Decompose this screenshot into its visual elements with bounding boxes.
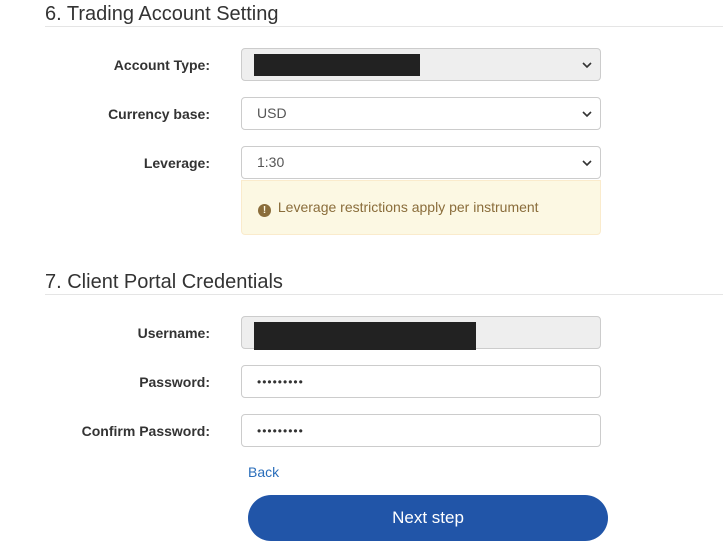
currency-base-label: Currency base: <box>108 106 210 122</box>
username-label: Username: <box>137 325 210 341</box>
leverage-warning-text: Leverage restrictions apply per instrume… <box>277 199 539 215</box>
confirm-password-label: Confirm Password: <box>81 423 210 439</box>
redacted-account-type <box>254 54 420 76</box>
back-link[interactable]: Back <box>248 464 279 480</box>
section-divider <box>45 294 723 295</box>
exclamation-circle-icon: ! <box>258 204 271 217</box>
password-label: Password: <box>139 374 210 390</box>
leverage-label: Leverage: <box>143 155 210 171</box>
password-value: ••••••••• <box>257 375 304 389</box>
next-step-button[interactable]: Next step <box>248 495 608 541</box>
credentials-section-title: 7. Client Portal Credentials <box>45 271 283 293</box>
leverage-value: 1:30 <box>257 154 285 170</box>
trading-section-title: 6. Trading Account Setting <box>45 3 279 25</box>
currency-base-value: USD <box>257 105 287 121</box>
confirm-password-value: ••••••••• <box>257 424 304 438</box>
chevron-down-icon <box>582 160 592 167</box>
chevron-down-icon <box>582 62 592 69</box>
confirm-password-field[interactable]: ••••••••• <box>241 414 601 447</box>
account-type-label: Account Type: <box>113 57 210 73</box>
chevron-down-icon <box>582 111 592 118</box>
account-type-select[interactable] <box>241 48 601 81</box>
password-field[interactable]: ••••••••• <box>241 365 601 398</box>
username-field[interactable] <box>241 316 601 350</box>
redacted-username <box>254 322 476 350</box>
section-divider <box>45 26 723 27</box>
leverage-warning-box: ! Leverage restrictions apply per instru… <box>241 180 601 235</box>
leverage-select[interactable]: 1:30 <box>241 146 601 179</box>
currency-base-select[interactable]: USD <box>241 97 601 130</box>
